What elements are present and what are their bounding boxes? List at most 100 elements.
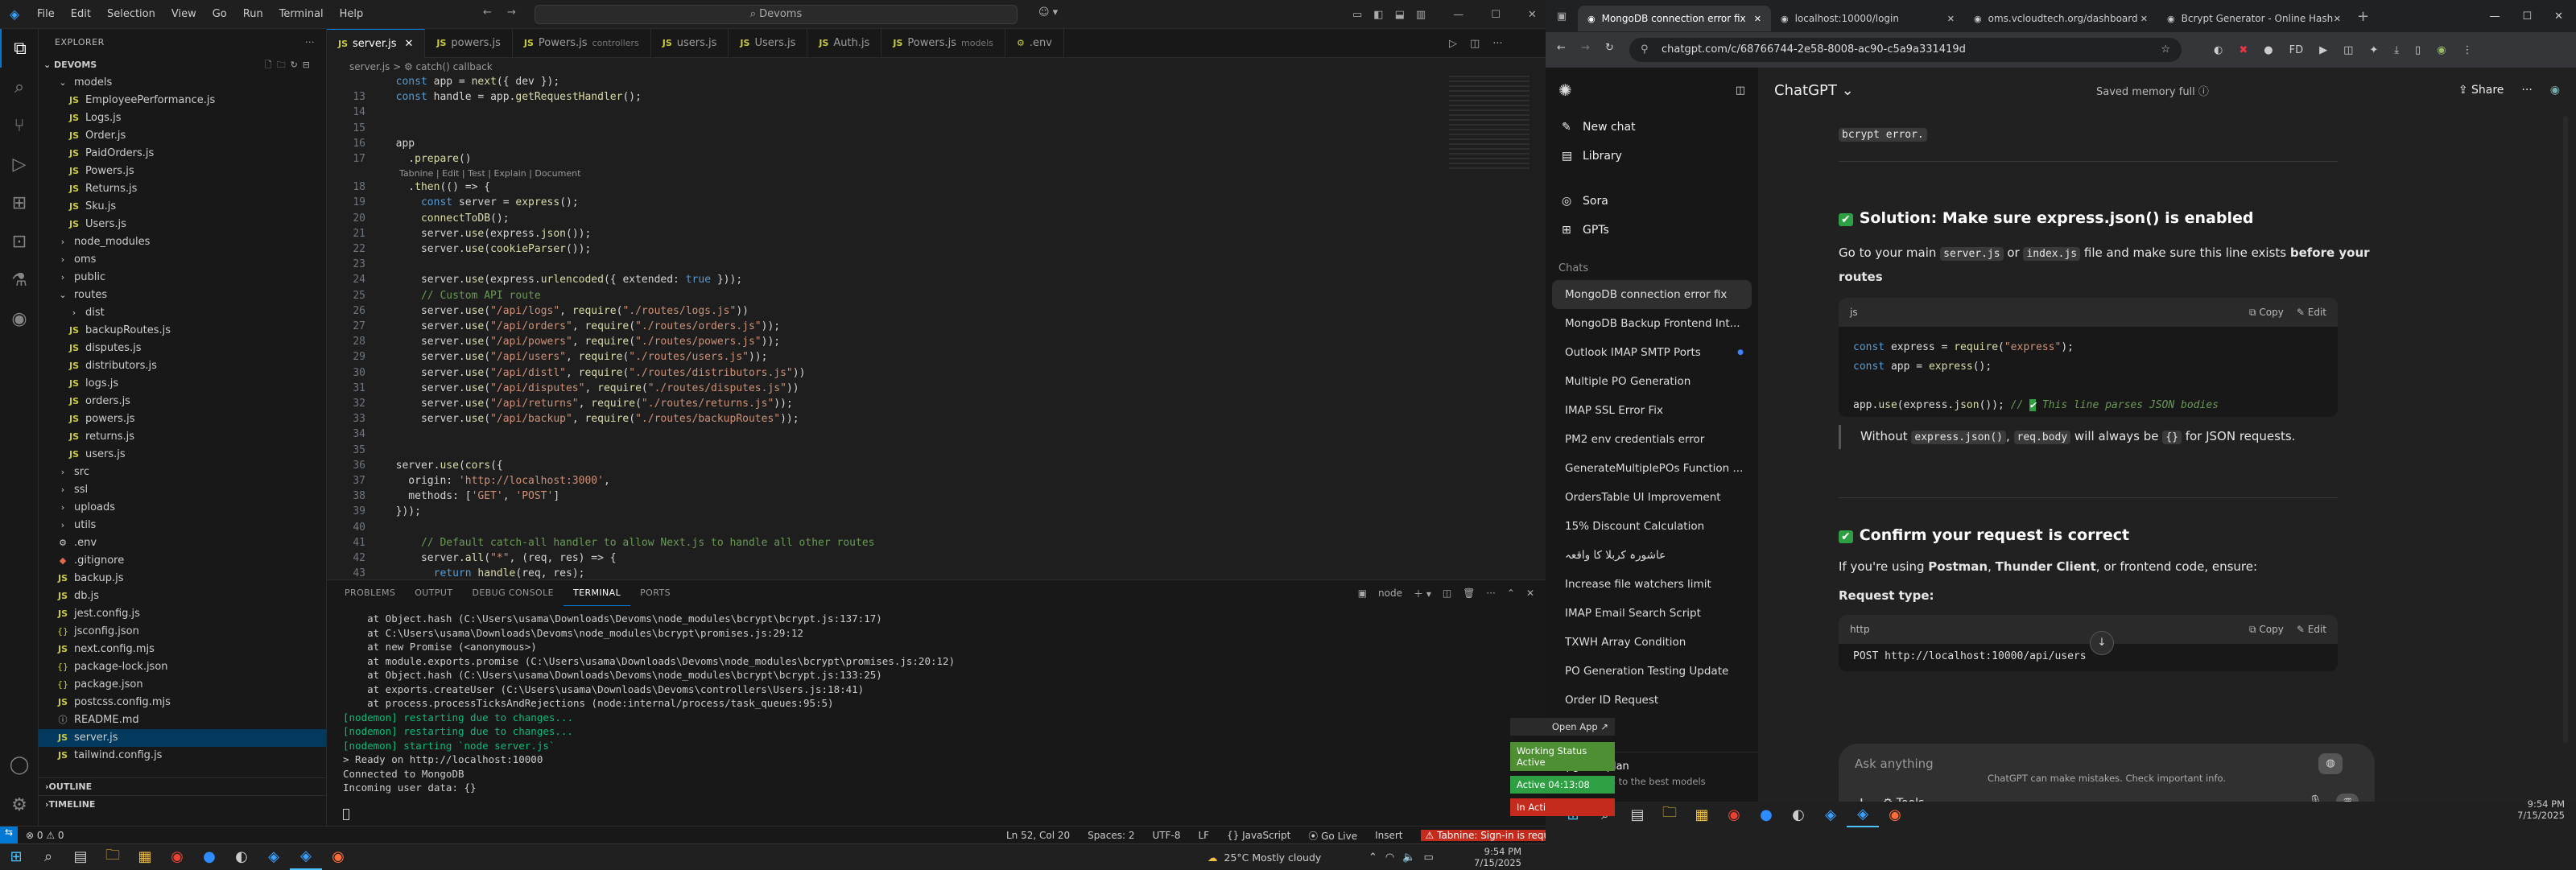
toggle-panel-icon[interactable]: ⬓ (1395, 9, 1405, 21)
folder-item[interactable]: › utils (39, 517, 326, 534)
customize-layout-icon[interactable]: ▥ (1416, 9, 1426, 21)
browser-tab[interactable]: ◉ Bcrypt Generator - Online Hash ✕ (2157, 6, 2351, 31)
line-ending[interactable]: LF (1198, 830, 1209, 841)
windows-start-icon[interactable]: ⊞ (0, 844, 32, 870)
clock-left[interactable]: 9:54 PM 7/15/2025 (1457, 846, 1521, 868)
new-terminal-icon[interactable]: ＋ ▾ (1414, 587, 1431, 600)
file-item[interactable]: JS disputes.js (39, 340, 326, 357)
back-arrow-icon[interactable]: ← (483, 6, 492, 19)
task-view-icon[interactable]: ▤ (1621, 802, 1653, 827)
file-item[interactable]: JS next.config.mjs (39, 641, 326, 658)
menu-terminal[interactable]: Terminal (271, 0, 332, 29)
chat-history-item[interactable]: 15% Discount Calculation (1552, 512, 1752, 541)
split-terminal-icon[interactable]: ◫ (1443, 588, 1451, 599)
chat-history-item[interactable]: TXWH Array Condition (1552, 628, 1752, 657)
extension-icon[interactable]: FD (2289, 44, 2304, 56)
file-item[interactable]: JS backup.js (39, 570, 326, 588)
file-item[interactable]: {} package.json (39, 676, 326, 694)
menu-kebab-icon[interactable]: ⋮ (2462, 44, 2473, 56)
indentation[interactable]: Spaces: 2 (1088, 830, 1134, 841)
close-icon[interactable]: ✕ (1528, 9, 1537, 21)
scrollbar[interactable] (2563, 116, 2568, 744)
trash-icon[interactable]: 🗑 (1463, 588, 1475, 599)
folder-item[interactable]: › node_modules (39, 233, 326, 251)
file-item[interactable]: JS users.js (39, 446, 326, 464)
tab-search-icon[interactable]: ▣ (1546, 10, 1578, 23)
file-item[interactable]: JS EmployeePerformance.js (39, 92, 326, 109)
panel-tab-problems[interactable]: PROBLEMS (335, 580, 405, 606)
search-icon[interactable]: ⌕ (0, 68, 39, 106)
language-mode[interactable]: {} JavaScript (1227, 830, 1290, 841)
file-explorer-icon[interactable]: 🗀 (1653, 802, 1686, 827)
new-tab-icon[interactable]: + (2357, 8, 2369, 25)
code-editor[interactable]: const app = next({ dev }); 13 const handl… (327, 76, 1546, 579)
profile-avatar[interactable]: ◉ (2437, 44, 2446, 56)
menu-go[interactable]: Go (204, 0, 235, 29)
close-tab-icon[interactable]: ✕ (1754, 14, 1761, 24)
chat-history-item[interactable]: عاشورہ کربلا کا واقعہ (1552, 541, 1752, 570)
encoding[interactable]: UTF-8 (1152, 830, 1180, 841)
menu-view[interactable]: View (163, 0, 204, 29)
editor-tab[interactable]: JS powers.js (425, 28, 513, 58)
toggle-sidebar-icon[interactable]: ◧ (1373, 9, 1383, 21)
timeline-section[interactable]: › TIMELINE (39, 795, 327, 813)
editor-tab[interactable]: JS Users.js (729, 28, 808, 58)
chat-history-item[interactable]: IMAP SSL Error Fix (1552, 396, 1752, 425)
run-icon[interactable]: ▷ (1449, 38, 1457, 50)
problems-count[interactable]: ⊗ 0 ⚠ 0 (26, 830, 64, 841)
layout-icon[interactable]: ▭ (1352, 9, 1362, 21)
reload-icon[interactable]: ↻ (1605, 42, 1614, 54)
panel-tab-output[interactable]: OUTPUT (405, 580, 462, 606)
share-button[interactable]: ⇪ Share (2458, 84, 2504, 97)
wifi-icon[interactable]: ◠ (1385, 851, 1394, 864)
file-item[interactable]: {} jsconfig.json (39, 623, 326, 641)
source-control-icon[interactable]: ⑂ (0, 106, 39, 145)
split-editor-icon[interactable]: ◫ (1470, 38, 1480, 50)
workspace-root[interactable]: ⌄ DEVOMS 🗋🗀↻⊟ (39, 56, 326, 74)
file-item[interactable]: JS returns.js (39, 428, 326, 446)
battery-icon[interactable]: ▭ (1423, 851, 1433, 864)
close-tab-icon[interactable]: ✕ (2334, 14, 2341, 24)
vscode-active-icon[interactable]: ◈ (1847, 802, 1879, 827)
editor-tab[interactable]: JS Powers.js controllers (513, 28, 651, 58)
back-arrow-icon[interactable]: ← (1557, 42, 1566, 54)
browser-tab[interactable]: ◉ MongoDB connection error fix ✕ (1578, 6, 1771, 31)
folder-item[interactable]: › dist (39, 304, 326, 322)
chevron-up-icon[interactable]: ⌃ (1368, 851, 1377, 864)
explorer-icon[interactable]: ⧉ (0, 29, 39, 68)
browser-tab[interactable]: ◉ oms.vcloudtech.org/dashboard ✕ (1964, 6, 2157, 31)
minimize-icon[interactable]: — (2489, 10, 2500, 23)
insert-mode[interactable]: Insert (1375, 830, 1402, 841)
edit-button[interactable]: ✎ Edit (2297, 624, 2326, 635)
settings-gear-icon[interactable]: ⚙ (0, 785, 39, 824)
site-info-icon[interactable]: ⚲ (1641, 38, 1649, 62)
folder-item[interactable]: › src (39, 464, 326, 481)
url-field[interactable]: ⚲ chatgpt.com/c/68766744-2e58-8008-ac90-… (1629, 38, 2182, 62)
user-avatar[interactable]: ◉ (2550, 84, 2560, 97)
chrome-icon[interactable]: ◉ (1718, 802, 1750, 827)
extension-icon[interactable]: ✖ (2239, 44, 2248, 56)
menu-run[interactable]: Run (235, 0, 271, 29)
menu-file[interactable]: File (29, 0, 63, 29)
menu-help[interactable]: Help (332, 0, 372, 29)
chat-history-item[interactable]: MongoDB connection error fix (1552, 280, 1752, 309)
chat-history-item[interactable]: PO Generation Testing Update (1552, 657, 1752, 686)
ask-input[interactable]: Ask anything (1855, 757, 1934, 771)
library-link[interactable]: ▤ Library (1546, 142, 1758, 171)
downloads-icon[interactable]: ⤓ (2394, 44, 2399, 56)
close-tab-icon[interactable]: ✕ (1947, 14, 1955, 24)
menu-selection[interactable]: Selection (99, 0, 163, 29)
outline-section[interactable]: › OUTLINE (39, 777, 327, 795)
zoom-icon[interactable]: ● (193, 844, 225, 870)
remote-explorer-icon[interactable]: ⊡ (0, 222, 39, 261)
copy-button[interactable]: ⧉ Copy (2249, 307, 2284, 319)
extension-icon[interactable]: ▶ (2319, 44, 2327, 56)
vscode-icon[interactable]: ◈ (1814, 802, 1847, 827)
maximize-icon[interactable]: ☐ (2522, 10, 2532, 23)
collapse-icon[interactable]: ⊟ (303, 60, 315, 70)
editor-tab[interactable]: JS Auth.js (807, 28, 882, 58)
postman-icon[interactable]: ◉ (322, 844, 354, 870)
close-tab-icon[interactable]: ✕ (2140, 14, 2148, 24)
chat-history-item[interactable]: Order ID Request (1552, 686, 1752, 715)
folder-item[interactable]: ⌄ models (39, 74, 326, 92)
